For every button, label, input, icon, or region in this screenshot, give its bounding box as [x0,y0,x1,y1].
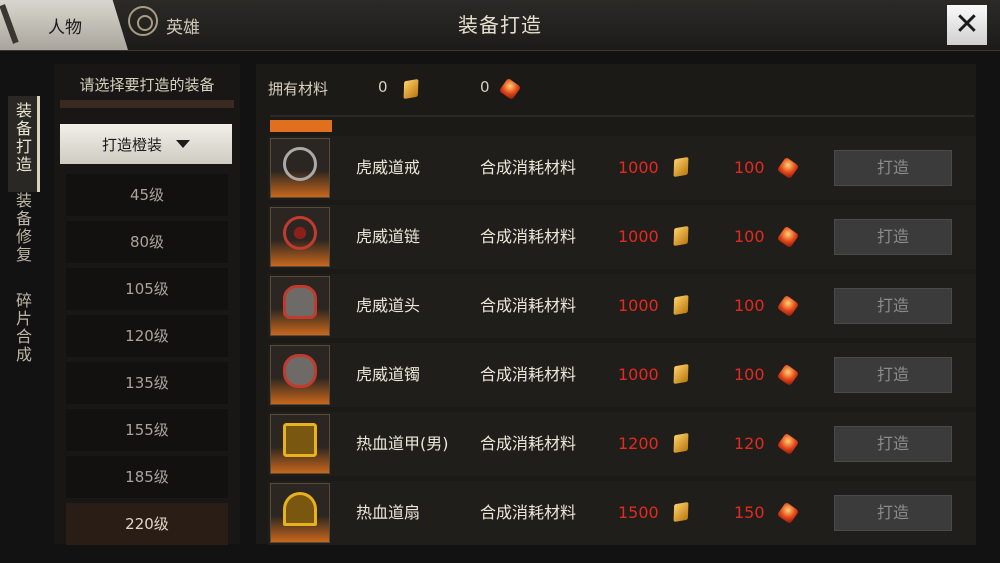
page-title: 装备打造 [458,13,542,37]
caret-down-icon [176,140,190,148]
divider [270,115,974,117]
red-cost: 100 [734,296,765,315]
side-nav: 装备打造 装备修复 碎片合成 [0,96,40,376]
red-material-icon [498,77,522,101]
level-panel-title: 请选择要打造的装备 [79,76,215,94]
item-name: 虎威道头 [356,296,421,315]
gold-material-icon [673,156,689,178]
gold-cost: 1000 [618,296,659,315]
red-cost: 100 [734,158,765,177]
forge-button[interactable]: 打造 [834,495,952,531]
close-button[interactable]: ✕ [947,5,987,45]
fan-item-icon [270,483,330,543]
level-item-135[interactable]: 135级 [66,362,228,404]
red-material-icon [776,432,800,456]
red-cost: 120 [734,434,765,453]
scroll-indicator [270,120,332,132]
list-item: 热血道扇 合成消耗材料 1500 150 打造 [268,481,976,545]
cost-label: 合成消耗材料 [480,434,577,453]
ring-item-icon [270,138,330,198]
item-name: 虎威道戒 [356,158,421,177]
side-nav-item-repair[interactable]: 装备修复 [10,192,34,264]
gold-cost: 1000 [618,158,659,177]
cost-label: 合成消耗材料 [480,296,577,315]
red-material-icon [776,501,800,525]
list-item: 虎威道镯 合成消耗材料 1000 100 打造 [268,343,976,407]
red-cost: 100 [734,227,765,246]
forge-button[interactable]: 打造 [834,426,952,462]
level-item-80[interactable]: 80级 [66,221,228,263]
level-item-45[interactable]: 45级 [66,174,228,216]
red-material-icon [776,294,800,318]
cost-label: 合成消耗材料 [480,158,577,177]
item-name: 虎威道链 [356,227,421,246]
cost-label: 合成消耗材料 [480,227,577,246]
red-cost: 150 [734,503,765,522]
owned-red-material-count: 0 [480,78,490,96]
item-name: 热血道甲(男) [356,434,449,453]
level-item-105[interactable]: 105级 [66,268,228,310]
gold-material-icon [673,432,689,454]
gold-cost: 1200 [618,434,659,453]
level-panel: 请选择要打造的装备 打造橙装 45级 80级 105级 120级 135级 15… [54,64,240,545]
gold-cost: 1500 [618,503,659,522]
level-item-220[interactable]: 220级 [66,503,228,545]
forge-button[interactable]: 打造 [834,219,952,255]
gold-material-icon [673,501,689,523]
helmet-item-icon [270,276,330,336]
cost-label: 合成消耗材料 [480,503,577,522]
level-item-120[interactable]: 120级 [66,315,228,357]
owned-materials-label: 拥有材料 [268,80,329,98]
forge-button[interactable]: 打造 [834,288,952,324]
red-cost: 100 [734,365,765,384]
forge-button[interactable]: 打造 [834,357,952,393]
red-material-icon [776,156,800,180]
level-panel-divider [60,100,234,108]
red-material-icon [776,363,800,387]
side-nav-item-fragment-synthesis[interactable]: 碎片合成 [10,292,34,364]
red-material-icon [776,225,800,249]
equipment-type-dropdown[interactable]: 打造橙装 [60,124,232,164]
cost-label: 合成消耗材料 [480,365,577,384]
list-item: 虎威道头 合成消耗材料 1000 100 打造 [268,274,976,338]
gold-cost: 1000 [618,365,659,384]
forge-list-panel: 拥有材料 0 0 虎威道戒 合成消耗材料 1000 100 打造 虎威道链 合成… [256,64,976,545]
gold-material-icon [673,294,689,316]
gold-cost: 1000 [618,227,659,246]
top-bar: 人物 英雄 装备打造 ✕ [0,0,1000,51]
gold-material-icon [673,363,689,385]
level-item-155[interactable]: 155级 [66,409,228,451]
list-item: 虎威道戒 合成消耗材料 1000 100 打造 [268,136,976,200]
list-item: 虎威道链 合成消耗材料 1000 100 打造 [268,205,976,269]
item-name: 热血道扇 [356,503,421,522]
gold-material-icon [673,225,689,247]
level-item-185[interactable]: 185级 [66,456,228,498]
necklace-item-icon [270,207,330,267]
forge-button[interactable]: 打造 [834,150,952,186]
gold-material-icon [403,78,419,100]
bracelet-item-icon [270,345,330,405]
dropdown-label: 打造橙装 [101,135,162,154]
side-nav-item-forge[interactable]: 装备打造 [10,102,34,174]
item-name: 虎威道镯 [356,365,421,384]
armor-item-icon [270,414,330,474]
list-item: 热血道甲(男) 合成消耗材料 1200 120 打造 [268,412,976,476]
owned-gold-material-count: 0 [378,78,388,96]
